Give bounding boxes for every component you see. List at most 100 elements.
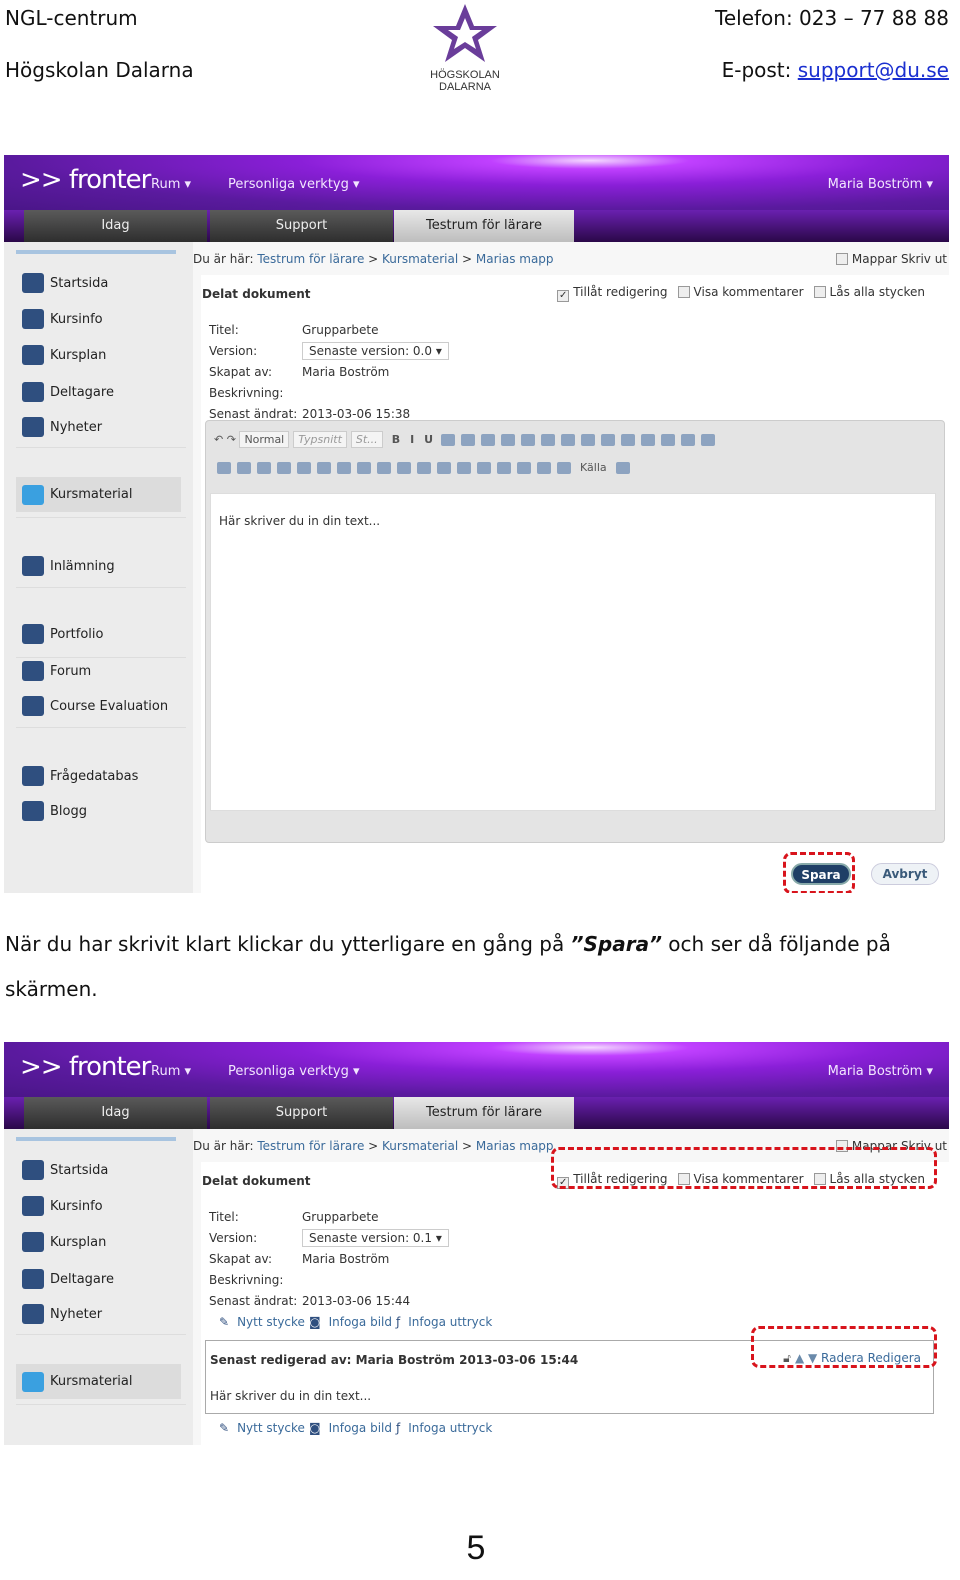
toolbar-button-icon[interactable] (557, 462, 571, 474)
editor-textarea[interactable]: Här skriver du in din text... (210, 493, 936, 811)
undo-icon[interactable]: ↶ ↷ (214, 433, 239, 446)
cancel-button[interactable]: Avbryt (871, 863, 939, 885)
sidebar-item[interactable]: Startsida (22, 1158, 182, 1182)
sidebar-item[interactable]: Forum (22, 659, 182, 683)
toolbar-button-icon[interactable] (377, 462, 391, 474)
tab-1[interactable]: Support (210, 1097, 393, 1129)
toolbar-button-icon[interactable] (277, 462, 291, 474)
toolbar-button-icon[interactable] (497, 462, 511, 474)
tab-0[interactable]: Idag (24, 210, 207, 242)
sidebar-collapse-bar[interactable] (16, 250, 176, 254)
fronter-logo[interactable]: >> fronter (20, 165, 151, 195)
folders-checkbox[interactable] (835, 253, 848, 265)
sidebar-item[interactable]: Deltagare (22, 1267, 182, 1291)
sidebar-item[interactable]: Blogg (22, 799, 182, 823)
breadcrumb-link[interactable]: Marias mapp (476, 252, 554, 266)
nav-rum[interactable]: Rum ▾ (151, 1064, 191, 1079)
option-checkbox[interactable]: ✓ (557, 290, 570, 302)
option-checkbox[interactable] (677, 286, 690, 298)
toolbar-button-icon[interactable] (701, 434, 716, 446)
size-select[interactable]: St... (350, 431, 383, 448)
sidebar-item[interactable]: Kursmaterial (16, 477, 181, 512)
sidebar-item[interactable]: Kursinfo (22, 1194, 182, 1218)
user-menu[interactable]: Maria Boström ▾ (828, 1064, 933, 1079)
version-select[interactable]: Senaste version: 0.0 ▾ (302, 342, 449, 360)
toolbar-button-icon[interactable] (501, 434, 516, 446)
toolbar-button-icon[interactable] (237, 462, 251, 474)
sidebar-item[interactable]: Deltagare (22, 380, 182, 404)
breadcrumb-link[interactable]: Kursmaterial (382, 1139, 458, 1153)
meta-value: Maria Boström (302, 1252, 390, 1266)
sidebar-item[interactable]: Nyheter (22, 1302, 182, 1326)
toolbar-button-icon[interactable] (561, 434, 576, 446)
format-b-button[interactable]: B (392, 433, 400, 446)
version-select[interactable]: Senaste version: 0.1 ▾ (302, 1229, 449, 1247)
sidebar-item[interactable]: Portfolio (22, 622, 182, 646)
sidebar-item[interactable]: Inlämning (22, 554, 182, 578)
toolbar-button-icon[interactable] (317, 462, 331, 474)
breadcrumb-link[interactable]: Testrum för lärare (257, 1139, 364, 1153)
fronter-logo[interactable]: >> fronter (20, 1052, 151, 1082)
toolbar-button-icon[interactable] (541, 434, 556, 446)
breadcrumb-link[interactable]: Marias mapp (476, 1139, 554, 1153)
toolbar-button-icon[interactable] (257, 462, 271, 474)
toolbar-button-icon[interactable] (621, 434, 636, 446)
action-link[interactable]: Infoga bild (329, 1315, 392, 1329)
sidebar-item[interactable]: Nyheter (22, 415, 182, 439)
breadcrumb-prefix: Du är här: (193, 252, 258, 266)
toolbar-button-icon[interactable] (521, 434, 536, 446)
tab-2[interactable]: Testrum för lärare (394, 210, 574, 242)
preview-icon[interactable] (615, 462, 630, 474)
breadcrumb-link[interactable]: Testrum för lärare (257, 252, 364, 266)
format-i-button[interactable]: I (410, 433, 414, 446)
toolbar-button-icon[interactable] (537, 462, 551, 474)
toolbar-button-icon[interactable] (461, 434, 476, 446)
source-button[interactable]: Källa (580, 461, 607, 474)
sidebar-item[interactable]: Kursmaterial (16, 1364, 181, 1399)
toolbar-button-icon[interactable] (217, 462, 231, 474)
sidebar-item[interactable]: Frågedatabas (22, 764, 182, 788)
breadcrumb-link[interactable]: Kursmaterial (382, 252, 458, 266)
action-link[interactable]: Nytt stycke (237, 1315, 305, 1329)
toolbar-button-icon[interactable] (641, 434, 656, 446)
sidebar-item[interactable]: Kursinfo (22, 307, 182, 331)
print-link[interactable]: Skriv ut (901, 252, 947, 266)
sidebar-item[interactable]: Kursplan (22, 343, 182, 367)
nav-rum[interactable]: Rum ▾ (151, 177, 191, 192)
action-link[interactable]: Nytt stycke (237, 1421, 305, 1435)
sidebar-collapse-bar[interactable] (16, 1137, 176, 1141)
sidebar-item[interactable]: Kursplan (22, 1230, 182, 1254)
nav-personal-tools[interactable]: Personliga verktyg ▾ (228, 177, 360, 192)
toolbar-button-icon[interactable] (477, 462, 491, 474)
action-link[interactable]: Infoga bild (329, 1421, 392, 1435)
nav-personal-tools[interactable]: Personliga verktyg ▾ (228, 1064, 360, 1079)
tab-2[interactable]: Testrum för lärare (394, 1097, 574, 1129)
tab-1[interactable]: Support (210, 210, 393, 242)
toolbar-button-icon[interactable] (437, 462, 451, 474)
sidebar-item[interactable]: Startsida (22, 271, 182, 295)
toolbar-button-icon[interactable] (681, 434, 696, 446)
toolbar-button-icon[interactable] (581, 434, 596, 446)
meta-label: Beskrivning: (209, 1273, 284, 1287)
toolbar-button-icon[interactable] (517, 462, 531, 474)
email-link[interactable]: support@du.se (798, 58, 949, 82)
action-link[interactable]: Infoga uttryck (408, 1315, 492, 1329)
tab-0[interactable]: Idag (24, 1097, 207, 1129)
toolbar-button-icon[interactable] (457, 462, 471, 474)
toolbar-button-icon[interactable] (601, 434, 616, 446)
toolbar-button-icon[interactable] (297, 462, 311, 474)
toolbar-button-icon[interactable] (357, 462, 371, 474)
option-checkbox[interactable] (813, 286, 826, 298)
toolbar-button-icon[interactable] (441, 434, 456, 446)
toolbar-button-icon[interactable] (337, 462, 351, 474)
toolbar-button-icon[interactable] (661, 434, 676, 446)
format-u-button[interactable]: U (424, 433, 433, 446)
font-select[interactable]: Typsnitt (293, 431, 347, 448)
format-select[interactable]: Normal (239, 431, 290, 448)
sidebar-item[interactable]: Course Evaluation (22, 694, 182, 718)
user-menu[interactable]: Maria Boström ▾ (828, 177, 933, 192)
toolbar-button-icon[interactable] (417, 462, 431, 474)
toolbar-button-icon[interactable] (481, 434, 496, 446)
action-link[interactable]: Infoga uttryck (408, 1421, 492, 1435)
toolbar-button-icon[interactable] (397, 462, 411, 474)
